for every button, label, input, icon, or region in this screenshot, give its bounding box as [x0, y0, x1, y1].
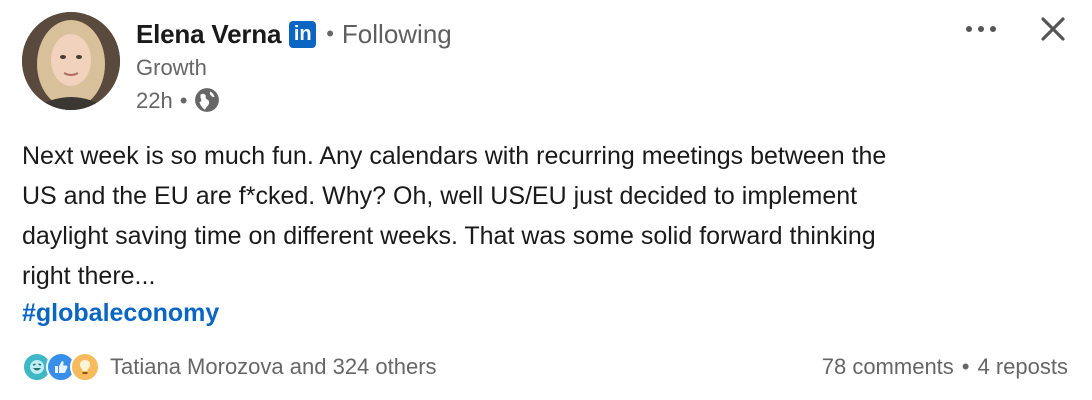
reaction-icons	[22, 352, 100, 382]
close-icon	[1041, 17, 1065, 41]
linkedin-badge-icon: in	[289, 20, 317, 48]
post-text-line: US and the EU are f*cked. Why? Oh, well …	[22, 182, 858, 210]
post-timestamp[interactable]: 22h	[136, 88, 173, 114]
feed-post: Elena Verna in • Following Growth 22h • …	[0, 0, 1092, 400]
post-text: Next week is so much fun. Any calendars …	[22, 136, 1052, 296]
more-horizontal-icon	[966, 26, 996, 32]
close-button[interactable]	[1034, 10, 1072, 48]
post-text-line: daylight saving time on different weeks.…	[22, 222, 876, 250]
engagement-counts: 78 comments • 4 reposts	[822, 350, 1068, 384]
more-options-button[interactable]	[962, 14, 1000, 44]
separator-dot: •	[961, 354, 970, 379]
globe-icon	[194, 87, 222, 115]
post-text-line: right there...	[22, 262, 156, 290]
hashtag-link[interactable]: #globaleconomy	[22, 295, 219, 331]
author-avatar[interactable]	[22, 12, 120, 110]
insightful-reaction-icon	[70, 352, 100, 382]
separator-dot: •	[179, 88, 188, 113]
comments-count[interactable]: 78 comments	[822, 354, 954, 380]
separator-dot: •	[326, 21, 334, 46]
author-headline: Growth	[136, 55, 207, 80]
post-text-line: Next week is so much fun. Any calendars …	[22, 142, 887, 170]
post-meta: 22h •	[136, 86, 222, 116]
reactors-text[interactable]: Tatiana Morozova and 324 others	[110, 354, 437, 380]
reactions-summary[interactable]: Tatiana Morozova and 324 others	[22, 350, 437, 384]
reposts-count[interactable]: 4 reposts	[978, 354, 1069, 380]
author-line: Elena Verna in • Following	[136, 16, 452, 52]
follow-status[interactable]: Following	[342, 19, 452, 50]
author-name[interactable]: Elena Verna	[136, 19, 281, 50]
